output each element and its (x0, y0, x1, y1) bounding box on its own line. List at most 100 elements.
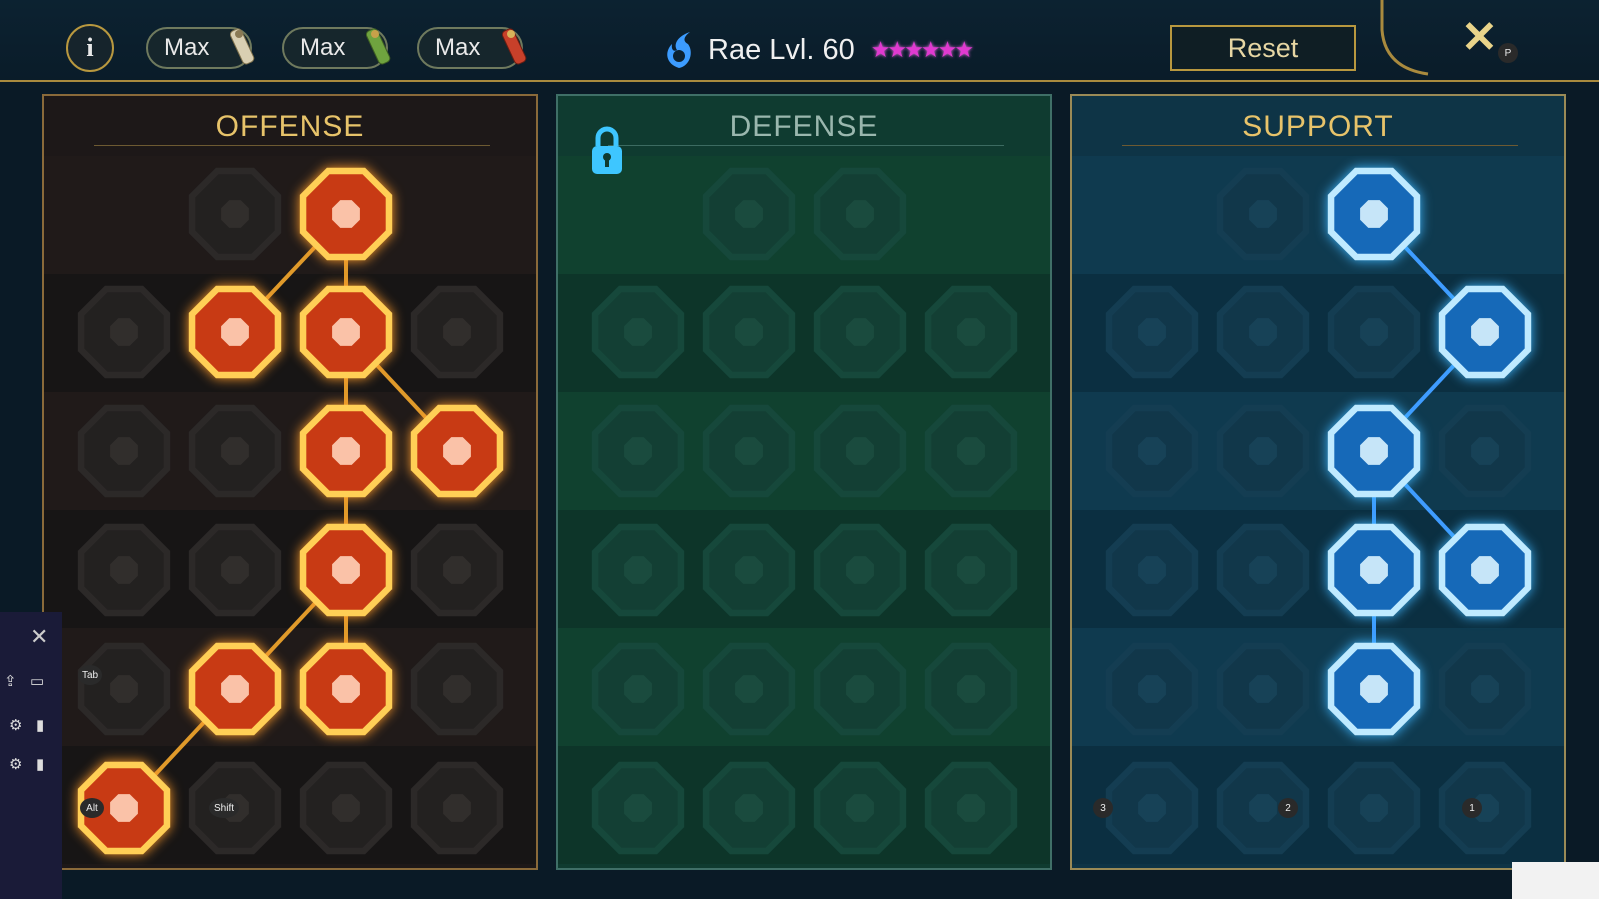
reset-button[interactable]: Reset (1170, 25, 1356, 71)
horned-heart-icon[interactable] (77, 285, 171, 379)
dodge-icon[interactable] (591, 404, 685, 498)
gear-icon-2[interactable]: ⚙ (9, 755, 22, 773)
alt-hotkey-badge: Alt (80, 798, 104, 818)
chain-bolt-icon[interactable] (410, 523, 504, 617)
bull-icon[interactable] (924, 523, 1018, 617)
hotkey-badge-3: 3 (1093, 798, 1113, 818)
offense-tree (77, 167, 504, 855)
axe-icon[interactable] (299, 523, 393, 617)
skull-sun-icon[interactable] (813, 642, 907, 736)
wind-hand-icon[interactable] (1438, 285, 1532, 379)
heart-icon[interactable] (410, 285, 504, 379)
bolt-shield-icon[interactable] (1216, 404, 1310, 498)
comet-icon[interactable] (1216, 523, 1310, 617)
raised-fist-icon[interactable] (813, 167, 907, 261)
angry-eyes-icon[interactable] (1438, 523, 1532, 617)
max-label-2: Max (300, 34, 346, 61)
triple-arrow-icon[interactable] (188, 285, 282, 379)
rank-stars: ★★★★★★ (870, 37, 974, 62)
sword-strike-icon[interactable] (299, 167, 393, 261)
trash-icon-2[interactable]: ▮ (36, 755, 44, 773)
scroll-white-icon (230, 28, 255, 65)
skull-wings-icon[interactable] (813, 761, 907, 855)
crossed-swords-icon[interactable] (188, 167, 282, 261)
shift-hotkey-badge: Shift (209, 798, 239, 818)
boot-icon[interactable] (1216, 642, 1310, 736)
gear-icon[interactable]: ⚙ (9, 716, 22, 734)
skull-heart-icon[interactable] (813, 404, 907, 498)
armor-plates-icon[interactable] (702, 167, 796, 261)
overlay-close-icon[interactable]: ✕ (30, 624, 48, 650)
eye-icon[interactable] (1327, 642, 1421, 736)
heart-shield-icon[interactable] (702, 285, 796, 379)
scroll-red-icon (502, 28, 527, 65)
skull-crown-icon[interactable] (410, 761, 504, 855)
compass-star-icon[interactable] (1105, 642, 1199, 736)
eagle-icon[interactable] (1438, 761, 1532, 855)
figure-sparkle-icon[interactable] (1105, 404, 1199, 498)
blade-circle-icon[interactable] (299, 642, 393, 736)
dagger-hand-icon[interactable] (410, 404, 504, 498)
close-button[interactable]: ✕ (1461, 16, 1498, 60)
support-panel: SUPPORT (1070, 94, 1566, 870)
praying-hands-icon[interactable] (1105, 285, 1199, 379)
folder-icon[interactable]: ▭ (30, 672, 44, 690)
champion-name: Rae Lvl. 60 (708, 33, 855, 66)
hourglass-icon[interactable] (702, 523, 796, 617)
hotkey-badge-1: 1 (1462, 798, 1482, 818)
giant-icon[interactable] (591, 523, 685, 617)
swirl-icon[interactable] (924, 642, 1018, 736)
lock-icon (592, 126, 622, 174)
champion-header: Rae Lvl. 60 ★★★★★★ (662, 26, 974, 74)
fist-burst-icon[interactable] (1327, 761, 1421, 855)
shield-icon[interactable] (591, 285, 685, 379)
trash-icon[interactable]: ▮ (36, 716, 44, 734)
affinity-icon (667, 32, 691, 68)
potion-icon[interactable] (1105, 761, 1199, 855)
gauntlet-icon[interactable] (188, 523, 282, 617)
info-button[interactable]: i (66, 24, 114, 72)
overlay-side-panel: ✕ ⇪ ▭ ⚙ ▮ ⚙ ▮ (0, 612, 62, 899)
hand-icon[interactable] (813, 523, 907, 617)
helm-icon[interactable] (77, 642, 171, 736)
crowned-warrior-icon[interactable] (591, 761, 685, 855)
chained-heart-icon[interactable] (1105, 523, 1199, 617)
aura-icon[interactable] (924, 404, 1018, 498)
corner-widget (1512, 862, 1599, 899)
winged-shield-icon[interactable] (702, 761, 796, 855)
offense-panel: OFFENSE (42, 94, 538, 870)
shield-break-icon[interactable] (299, 285, 393, 379)
book-icon[interactable] (1327, 523, 1421, 617)
skull-slash-icon[interactable] (299, 404, 393, 498)
fangs-icon[interactable] (188, 404, 282, 498)
dancer-icon[interactable] (1438, 642, 1532, 736)
lightning-icon[interactable] (1327, 404, 1421, 498)
runner-icon[interactable] (591, 642, 685, 736)
defense-panel: DEFENSE (556, 94, 1052, 870)
silhouette-icon[interactable] (1438, 404, 1532, 498)
drops-icon[interactable] (702, 642, 796, 736)
hotkey-badge-2: 2 (1278, 798, 1298, 818)
knight-icon[interactable] (702, 404, 796, 498)
support-tree (1105, 167, 1532, 855)
strongman-icon[interactable] (924, 761, 1018, 855)
warrior-icon[interactable] (813, 285, 907, 379)
max-label-1: Max (164, 34, 210, 61)
max-label-3: Max (435, 34, 481, 61)
tab-hotkey-badge: Tab (78, 665, 102, 685)
top-bar: i Max Max Max Rae Lvl. 60 ★★★★★★ Reset ✕… (0, 0, 1599, 82)
fist-icon[interactable] (77, 404, 171, 498)
blades-icon[interactable] (924, 285, 1018, 379)
heart-plus-icon[interactable] (1216, 167, 1310, 261)
brute-icon[interactable] (410, 642, 504, 736)
frame-ornament (1380, 0, 1429, 76)
scroll-green-icon (366, 28, 391, 65)
ward-icon[interactable] (1216, 285, 1310, 379)
spiral-strike-icon[interactable] (1327, 167, 1421, 261)
export-icon[interactable]: ⇪ (4, 672, 17, 690)
skulls-icon[interactable] (188, 642, 282, 736)
skull-flame-icon[interactable] (1327, 285, 1421, 379)
heart-sword-icon[interactable] (77, 523, 171, 617)
demon-icon[interactable] (299, 761, 393, 855)
close-hotkey-badge: P (1498, 43, 1518, 63)
